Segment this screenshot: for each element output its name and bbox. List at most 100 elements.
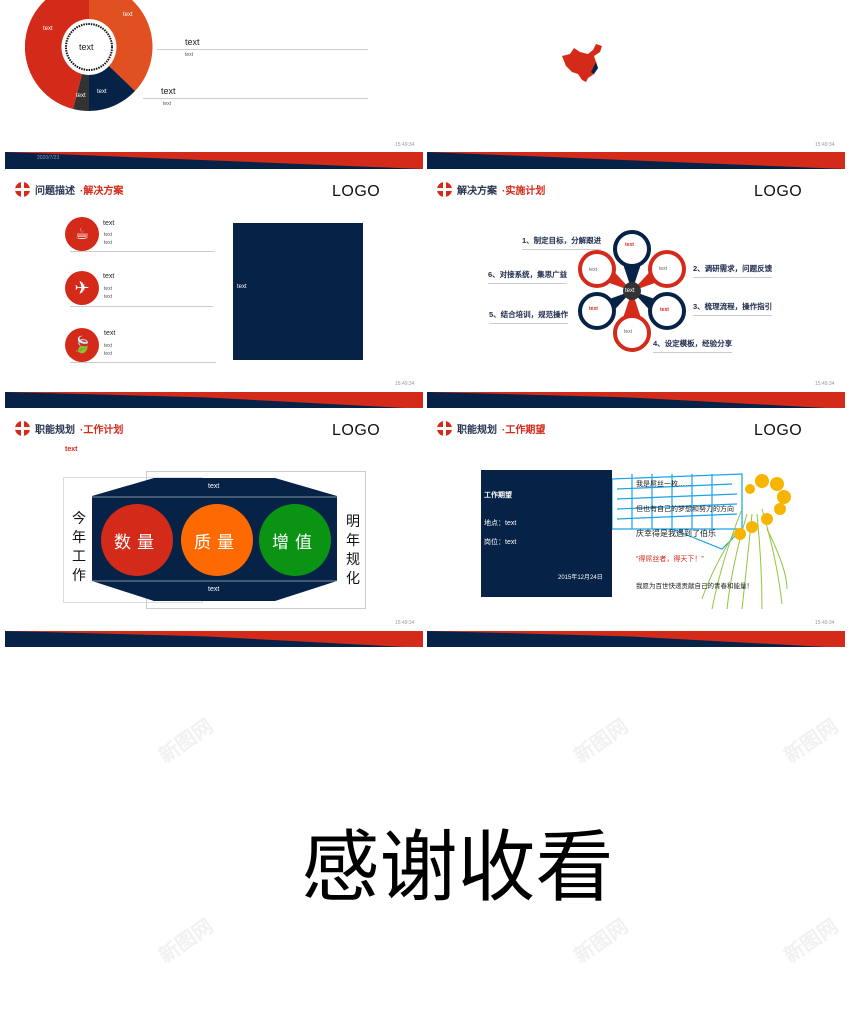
timestamp: 15:49:34 <box>395 381 415 387</box>
bottom-text: text <box>208 586 220 593</box>
logo: LOGO <box>332 183 381 200</box>
top-cut-text: text <box>169 0 177 2</box>
quote-line: 我是屌丝一枚…… <box>636 481 692 488</box>
item-sub: text <box>185 52 194 58</box>
logo: LOGO <box>754 422 803 439</box>
quote-line: 但也有自己的梦想和努力的方向 <box>636 506 734 513</box>
position: 岗位：text <box>484 539 517 546</box>
slide-header: 解决方案 ·实施计划 <box>437 182 545 197</box>
location: 地点：text <box>484 520 517 527</box>
slide-6-expectation[interactable]: 职能规划 ·工作期望 LOGO 工作期望 地点：text 岗位：text 2015… <box>427 411 845 647</box>
petal-label: text <box>660 307 669 313</box>
quote-line: 庆幸得是我遇到了伯乐 <box>636 529 716 538</box>
segment-label: text <box>43 26 53 32</box>
petal-label: text <box>625 242 634 248</box>
globe-icon <box>437 421 452 436</box>
watermark: 新图网 <box>780 715 843 768</box>
footer-band <box>427 631 845 647</box>
donut-center-label: text <box>79 42 94 52</box>
item-line: text <box>104 294 113 300</box>
footer-band <box>5 631 423 647</box>
segment-label: text <box>123 12 133 18</box>
step-label: 1、制定目标，分解跟进 <box>522 235 602 250</box>
right-label: 明年规化 <box>346 513 360 586</box>
timestamp: 15:49:34 <box>815 381 835 387</box>
footer-band <box>427 392 845 408</box>
title-sub: ·工作计划 <box>80 425 124 436</box>
box-date: 2015年12月24日 <box>558 575 603 581</box>
slide-5-work-plan[interactable]: 职能规划 ·工作计划 LOGO text text text 数量 质量 增值 今… <box>5 411 423 647</box>
closing-title: 感谢收看 <box>301 823 614 913</box>
decorative-illustration <box>612 473 791 610</box>
china-map-icon <box>562 44 602 82</box>
item-line: text <box>104 240 113 246</box>
item-line: text <box>104 351 113 357</box>
petal-label: text <box>589 306 598 312</box>
circle-quantity: 数量 <box>101 504 173 576</box>
globe-icon <box>15 421 30 436</box>
circle-quality: 质量 <box>181 504 253 576</box>
step-label: 4、设定模板，经验分享 <box>653 338 733 353</box>
petal-label: text <box>659 266 668 272</box>
title-sub: ·实施计划 <box>502 186 546 197</box>
slide-2-map[interactable]: 15:49:34 <box>427 0 845 169</box>
airplane-icon: ✈ <box>65 271 99 305</box>
logo: LOGO <box>332 422 381 439</box>
item-sub: text <box>163 101 172 107</box>
footer-band <box>5 392 423 408</box>
step-label: 3、梳理流程，操作指引 <box>693 301 773 316</box>
footer-band <box>427 152 845 169</box>
timestamp: 15:49:34 <box>815 620 835 626</box>
title-sub: ·工作期望 <box>502 425 546 436</box>
slide-header: 职能规划 ·工作期望 <box>437 421 545 436</box>
title-main: 解决方案 <box>457 186 497 197</box>
slide-header: 问题描述 ·解决方案 <box>15 182 123 197</box>
logo: LOGO <box>754 183 803 200</box>
divider <box>157 49 368 50</box>
title-main: 问题描述 <box>35 186 75 197</box>
item-title: text <box>185 37 200 47</box>
globe-icon <box>437 182 452 197</box>
left-label: 今年工作 <box>72 510 86 583</box>
item-line: text <box>104 286 113 292</box>
item-line: text <box>104 343 113 349</box>
watermark: 新图网 <box>780 915 843 968</box>
timestamp: 15:49:34 <box>395 142 415 148</box>
footer-date: 2020/7/23 <box>37 155 60 161</box>
title-main: 职能规划 <box>457 425 497 436</box>
segment-label: text <box>76 93 86 99</box>
watermark: 新图网 <box>155 915 218 968</box>
box-title: 工作期望 <box>484 492 512 499</box>
title-main: 职能规划 <box>35 425 75 436</box>
coffee-cup-icon: ☕ <box>65 217 99 251</box>
circle-value-add: 增值 <box>259 504 331 576</box>
item-title: text <box>161 86 176 96</box>
step-label: 5、结合培训，规范操作 <box>489 309 569 324</box>
center-label: text <box>625 288 635 294</box>
step-label: 2、调研需求，问题反馈 <box>693 263 773 278</box>
globe-icon <box>15 182 30 197</box>
leaf-icon: 🍃 <box>65 328 99 362</box>
slide-3-problem[interactable]: 问题描述 ·解决方案 LOGO ☕ text text text ✈ text t… <box>5 172 423 408</box>
divider <box>70 306 213 307</box>
timestamp: 15:49:34 <box>815 142 835 148</box>
title-sub: ·解决方案 <box>80 186 124 197</box>
slide-1-donut[interactable]: text text text text text text text text … <box>5 0 423 169</box>
content-box <box>233 223 363 360</box>
slide-4-plan[interactable]: 解决方案 ·实施计划 LOGO text text text text text … <box>427 172 845 408</box>
divider <box>70 251 215 252</box>
item-title: text <box>103 220 115 227</box>
quote-line: 我愿为百世快递贡献自己的青春和能量！ <box>636 583 753 590</box>
divider <box>70 362 216 363</box>
top-text: text <box>208 483 220 490</box>
footer-band <box>5 152 423 169</box>
subtitle: text <box>65 446 78 453</box>
donut-chart <box>25 0 153 112</box>
petal-label: text <box>589 267 598 273</box>
timestamp: 15:49:34 <box>395 620 415 626</box>
item-title: text <box>103 273 115 280</box>
divider <box>143 98 368 99</box>
petal-label: text <box>624 329 633 335</box>
box-text: text <box>237 284 247 290</box>
quote-line: “得屌丝者，得天下！” <box>636 556 704 563</box>
